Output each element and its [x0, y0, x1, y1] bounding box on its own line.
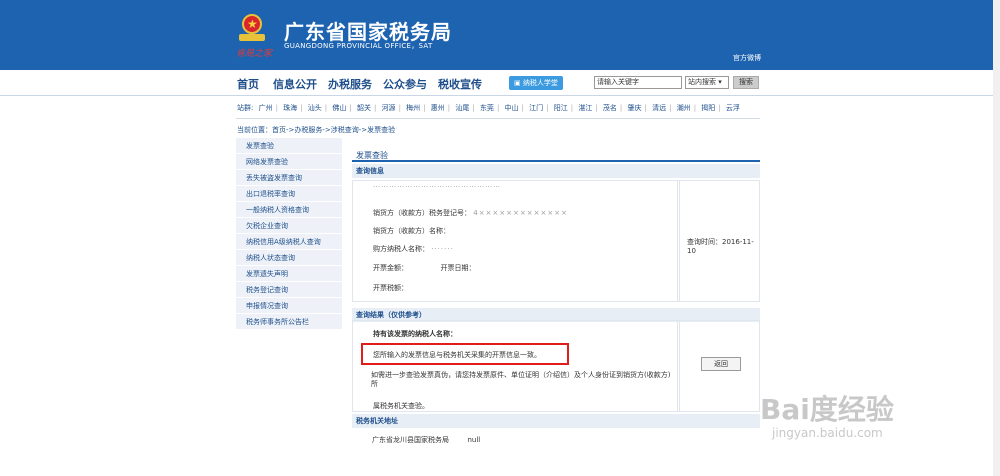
site-subtitle: GUANGDONG PROVINCIAL OFFICE，SAT [284, 42, 433, 50]
site-header: 肯局之家 广东省国家税务局 GUANGDONG PROVINCIAL OFFIC… [0, 0, 1000, 70]
sidebar-item-general-taxpayer[interactable]: 一般纳税人资格查询 [236, 202, 342, 218]
chevron-down-icon: ▾ [716, 78, 722, 86]
seller-name-row: 销货方（收款方）名称： [373, 226, 450, 236]
title-underline [352, 160, 760, 162]
query-info-panel: ………………………………………… 销货方（收款方）税务登记号： 4×××××××… [352, 180, 760, 302]
sidebar-item-tax-agent-notice[interactable]: 税务师事务所公告栏 [236, 314, 342, 330]
station-zhaoqing[interactable]: 肇庆 [628, 104, 642, 112]
station-dongguan[interactable]: 东莞 [480, 104, 494, 112]
signature-logo: 肯局之家 [236, 49, 273, 59]
taxpayer-school-label: 纳税人学堂 [522, 79, 558, 87]
sidebar: 发票查验 网络发票查验 丢失被盗发票查询 出口退税率查询 一般纳税人资格查询 欠… [236, 138, 342, 330]
holder-label: 持有该发票的纳税人名称： [373, 330, 457, 338]
query-info-header: 查询信息 [352, 164, 760, 178]
station-jieyang[interactable]: 揭阳 [701, 104, 715, 112]
station-guangzhou[interactable]: 广州 [259, 104, 273, 112]
sidebar-item-invoice-loss-statement[interactable]: 发票遗失声明 [236, 266, 342, 282]
nav-public-participation[interactable]: 公众参与 [383, 76, 427, 92]
station-chaozhou[interactable]: 潮州 [677, 104, 691, 112]
station-zhanjiang[interactable]: 湛江 [578, 104, 592, 112]
seller-tax-id-row: 销货方（收款方）税务登记号： 4××××××××××××× [373, 208, 568, 218]
station-shanwei[interactable]: 汕尾 [455, 104, 469, 112]
query-time: 查询时间：2016-11-10 [687, 238, 754, 255]
station-meizhou[interactable]: 梅州 [406, 104, 420, 112]
sidebar-item-invoice-check[interactable]: 发票查验 [236, 138, 342, 154]
search-scope-label: 站内搜索 [688, 78, 716, 86]
school-icon: ▣ [514, 79, 523, 87]
stations-label: 站群: [237, 104, 254, 112]
seller-tax-id-value: 4××××××××××××× [473, 209, 568, 217]
scrollbar[interactable] [993, 0, 1000, 476]
station-shaoguan[interactable]: 韶关 [357, 104, 371, 112]
sidebar-item-declaration-status[interactable]: 申报情况查询 [236, 298, 342, 314]
main-nav: 首页 信息公开 办税服务 公众参与 税收宣传 ▣ 纳税人学堂 请输入关键字 站内… [0, 70, 1000, 96]
sidebar-item-tax-registration[interactable]: 税务登记查询 [236, 282, 342, 298]
amount-date-row: 开票金额： 开票日期： [373, 263, 475, 273]
buyer-name-label: 购方纳税人名称： [373, 245, 429, 253]
back-button[interactable]: 返回 [701, 357, 741, 371]
search-button[interactable]: 搜索 [733, 76, 759, 89]
station-foshan[interactable]: 佛山 [332, 104, 346, 112]
sidebar-item-tax-arrears[interactable]: 欠税企业查询 [236, 218, 342, 234]
station-zhongshan[interactable]: 中山 [505, 104, 519, 112]
station-jiangmen[interactable]: 江门 [529, 104, 543, 112]
tax-amount-row: 开票税额： [373, 283, 408, 293]
advice-text-cont: 属税务机关查验。 [373, 402, 429, 410]
buyer-name-value: ······· [431, 245, 454, 253]
advice-text: 如需进一步查验发票真伪，请您持发票原件、单位证明（介绍信）及个人身份证到销货方(… [371, 371, 671, 388]
sidebar-item-credit-a-taxpayer[interactable]: 纳税信用A级纳税人查询 [236, 234, 342, 250]
search-scope-select[interactable]: 站内搜索 ▾ [685, 76, 729, 89]
match-message: 您所输入的发票信息与税务机关采集的开票信息一致。 [373, 351, 541, 359]
date-label: 开票日期： [440, 264, 476, 272]
breadcrumb: 当前位置：首页->办税服务->涉税查询->发票查验 [237, 126, 396, 134]
station-links: 站群: 广州 | 珠海 | 汕头 | 佛山 | 韶关 | 河源 | 梅州 | 惠州 | 汕尾 | … [237, 104, 740, 112]
search-input[interactable]: 请输入关键字 [594, 76, 682, 89]
watermark-url: jingyan.baidu.com [772, 426, 883, 440]
station-qingyuan[interactable]: 清远 [652, 104, 666, 112]
station-yunfu[interactable]: 云浮 [726, 104, 740, 112]
buyer-name-row: 购方纳税人名称： ······· [373, 244, 454, 254]
tax-label: 开票税额： [373, 284, 408, 292]
result-panel: 持有该发票的纳税人名称： 您所输入的发票信息与税务机关采集的开票信息一致。 如需… [352, 320, 760, 412]
station-zhuhai[interactable]: 珠海 [283, 104, 297, 112]
station-maoming[interactable]: 茂名 [603, 104, 617, 112]
nav-info-public[interactable]: 信息公开 [273, 76, 317, 92]
nav-home[interactable]: 首页 [237, 76, 259, 92]
sidebar-item-lost-invoice-query[interactable]: 丢失被盗发票查询 [236, 170, 342, 186]
truncated-row: ………………………………………… [373, 181, 501, 189]
national-emblem-icon [238, 10, 266, 42]
amount-label: 开票金额： [373, 264, 408, 272]
taxpayer-school-button[interactable]: ▣ 纳税人学堂 [509, 76, 563, 90]
nav-tax-service[interactable]: 办税服务 [328, 76, 372, 92]
tax-office-header: 税务机关地址 [352, 414, 760, 428]
sidebar-item-taxpayer-status[interactable]: 纳税人状态查询 [236, 250, 342, 266]
seller-tax-id-label: 销货方（收款方）税务登记号： [373, 209, 471, 217]
nav-tax-promotion[interactable]: 税收宣传 [438, 76, 482, 92]
tax-office-row: 广东省龙川县国家税务局 null [372, 435, 480, 445]
station-shantou[interactable]: 汕头 [308, 104, 322, 112]
station-heyuan[interactable]: 河源 [382, 104, 396, 112]
seller-name-label: 销货方（收款方）名称： [373, 227, 450, 235]
divider [236, 118, 760, 119]
sidebar-item-export-rebate-rate[interactable]: 出口退税率查询 [236, 186, 342, 202]
tax-office-address: null [467, 436, 481, 444]
watermark-logo: Bai度经验 [760, 393, 894, 426]
sidebar-item-online-invoice-check[interactable]: 网络发票查验 [236, 154, 342, 170]
station-yangjiang[interactable]: 阳江 [554, 104, 568, 112]
tax-office-name: 广东省龙川县国家税务局 [372, 436, 449, 444]
weibo-link[interactable]: 官方微博 [733, 53, 761, 63]
station-huizhou[interactable]: 惠州 [431, 104, 445, 112]
